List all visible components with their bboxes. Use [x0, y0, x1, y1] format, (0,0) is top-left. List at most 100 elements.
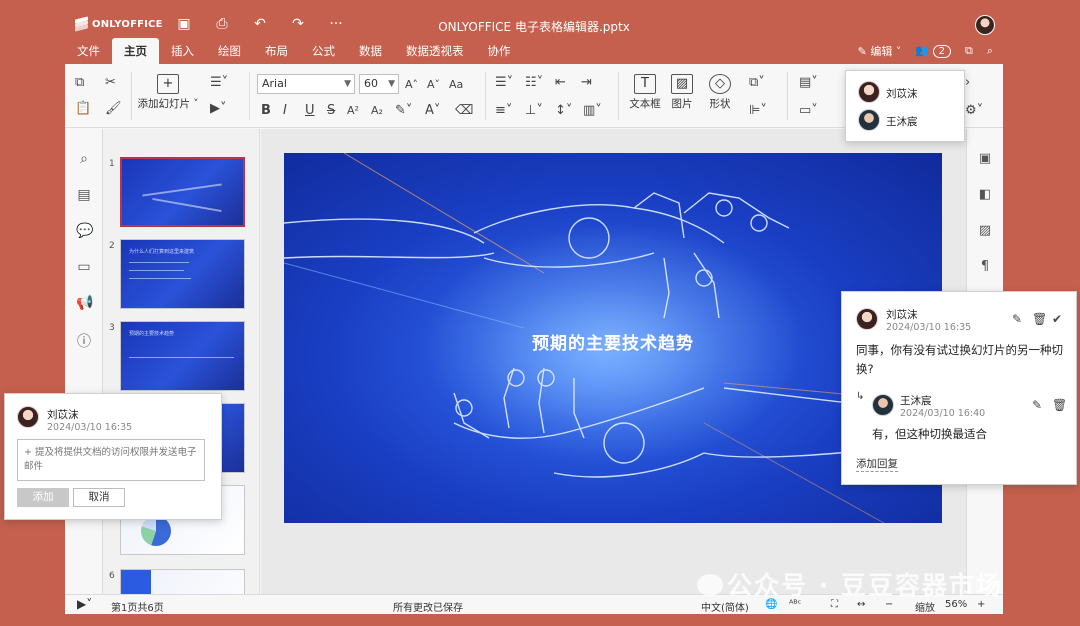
tab-collaborate[interactable]: 协作 [476, 38, 523, 64]
subscript-button[interactable]: A₂ [371, 102, 383, 120]
shrink-font-button[interactable]: A˅ [427, 76, 440, 94]
comment-text: 同事，你有没有试过换幻灯片的另一种切换? [856, 343, 1063, 376]
comment-input[interactable] [17, 439, 205, 481]
align-objects-icon[interactable]: ⊫˅ [749, 102, 767, 120]
copy-icon[interactable]: ⧉ [75, 74, 84, 92]
font-size-value: 60 [364, 77, 378, 90]
font-name-value: Arial [262, 77, 287, 90]
comment-date: 2024/03/10 16:35 [47, 422, 133, 433]
image-settings-icon[interactable]: ▨ [977, 223, 993, 238]
add-slide-button[interactable]: + 添加幻灯片 ˅ [137, 74, 199, 111]
slideshow-icon[interactable]: ▶˅ [210, 100, 227, 118]
pencil-icon: ✎ [857, 45, 867, 58]
align-icon[interactable]: ≡˅ [495, 102, 512, 120]
shape-settings-icon[interactable]: ◧ [977, 187, 993, 202]
open-location-icon[interactable]: ⧉ [965, 44, 973, 58]
thumb-title: 预期的主要技术趋势 [129, 331, 175, 337]
tab-draw[interactable]: 绘图 [206, 38, 253, 64]
users-button[interactable]: 👥 2 [915, 44, 951, 59]
bold-button[interactable]: B [261, 102, 271, 120]
grow-font-button[interactable]: A˄ [405, 76, 418, 94]
user-avatar [858, 81, 880, 103]
thumbnail-slide-2[interactable]: 为什么人们打算到这里来建筑 [120, 239, 245, 309]
slides-icon[interactable]: ▤ [76, 187, 92, 203]
wechat-icon [697, 574, 723, 596]
clear-style-icon[interactable]: ⌫ [455, 102, 473, 120]
slide-thumbnails: 1 2 为什么人们打算到这里来建筑 3 预期的主要技术趋势 4 5 6 [103, 129, 260, 594]
edit-mode-label: 编辑 [870, 45, 893, 58]
edit-comment-icon[interactable]: ✎ [1012, 312, 1022, 326]
textbox-button[interactable]: T 文本框 [627, 74, 663, 111]
italic-button[interactable]: I [283, 102, 287, 120]
search-icon[interactable]: ⌕ [76, 151, 92, 167]
feedback-icon[interactable]: 📢 [76, 295, 93, 311]
tab-file[interactable]: 文件 [65, 38, 112, 64]
decrease-indent-icon[interactable]: ⇤ [555, 74, 566, 92]
reply-text: 有，但这种切换最适合 [872, 427, 987, 441]
thumb-number: 6 [109, 571, 115, 581]
picture-label: 图片 [671, 98, 693, 110]
underline-button[interactable]: U [305, 102, 315, 120]
picture-button[interactable]: ▨ 图片 [665, 74, 699, 111]
delete-reply-icon[interactable]: 🗑 [1052, 398, 1067, 412]
strike-button[interactable]: S [327, 102, 335, 120]
font-color-icon[interactable]: A˅ [425, 102, 440, 120]
slide-size-icon[interactable]: ▭˅ [799, 102, 818, 120]
page-info: 第1页共6页 [111, 603, 164, 614]
chat-icon[interactable]: ▭ [76, 259, 92, 275]
change-case-button[interactable]: Aa [449, 76, 463, 94]
add-reply-link[interactable]: 添加回复 [856, 456, 898, 472]
play-slideshow-icon[interactable]: ▶˅ [77, 597, 92, 611]
comment-author-avatar [17, 406, 39, 428]
thumbnail-slide-6[interactable] [120, 569, 245, 594]
bullets-icon[interactable]: ☰˅ [495, 74, 513, 92]
format-painter-icon[interactable]: 🖌 [105, 100, 122, 118]
line-spacing-icon[interactable]: ↕˅ [555, 102, 572, 120]
user-name: 刘苡沫 [886, 88, 918, 100]
shape-label: 形状 [709, 98, 731, 110]
tab-formula[interactable]: 公式 [300, 38, 347, 64]
search-icon[interactable]: ⌕ [987, 44, 993, 58]
thumbnail-slide-1[interactable] [120, 157, 245, 227]
users-icon: 👥 [915, 43, 930, 57]
resolve-comment-icon[interactable]: ✔ [1052, 312, 1062, 326]
slide-settings-icon[interactable]: ▣ [977, 151, 993, 166]
shape-button[interactable]: ◇ 形状 [703, 74, 737, 111]
textbox-icon: T [634, 74, 656, 94]
increase-indent-icon[interactable]: ⇥ [581, 74, 592, 92]
reply-author: 王沐宸 [900, 395, 932, 407]
paragraph-settings-icon[interactable]: ¶ [977, 259, 993, 274]
arrange-icon[interactable]: ⧉˅ [749, 74, 765, 92]
layout-icon[interactable]: ☰˅ [210, 74, 228, 92]
cancel-comment-button[interactable]: 取消 [73, 488, 125, 507]
edit-mode-button[interactable]: ✎ 编辑 ˅ [858, 43, 902, 59]
theme-icon[interactable]: ▤˅ [799, 74, 818, 92]
reply-author-avatar [872, 394, 894, 416]
font-name-select[interactable]: Arial ▼ [257, 74, 355, 94]
tab-pivot[interactable]: 数据透视表 [394, 38, 476, 64]
watermark-text: 公众号 · 豆豆容器市场 [727, 571, 1003, 600]
columns-icon[interactable]: ▥˅ [583, 102, 602, 120]
edit-reply-icon[interactable]: ✎ [1032, 398, 1042, 412]
superscript-button[interactable]: A² [347, 102, 359, 120]
tab-layout[interactable]: 布局 [253, 38, 300, 64]
numbering-icon[interactable]: ☷˅ [525, 74, 543, 92]
paste-icon[interactable]: 📋 [75, 100, 91, 118]
tab-data[interactable]: 数据 [347, 38, 394, 64]
about-icon[interactable]: ⓘ [76, 331, 92, 351]
reply-date: 2024/03/10 16:40 [900, 408, 986, 419]
cut-icon[interactable]: ✂ [105, 74, 116, 92]
vertical-align-icon[interactable]: ⊥˅ [525, 102, 543, 120]
tab-home[interactable]: 主页 [112, 38, 159, 64]
font-size-select[interactable]: 60 ▼ [359, 74, 399, 94]
current-user-avatar[interactable] [975, 15, 995, 35]
user-name: 王沐宸 [886, 116, 918, 128]
add-comment-button[interactable]: 添加 [17, 488, 69, 507]
highlight-icon[interactable]: ✎˅ [395, 102, 412, 120]
more-right-icon[interactable]: › [965, 74, 970, 92]
tab-insert[interactable]: 插入 [159, 38, 206, 64]
comments-icon[interactable]: 💬 [76, 223, 93, 239]
delete-comment-icon[interactable]: 🗑 [1032, 312, 1047, 326]
thumbnail-slide-3[interactable]: 预期的主要技术趋势 [120, 321, 245, 391]
options-icon[interactable]: ⚙˅ [965, 102, 983, 120]
